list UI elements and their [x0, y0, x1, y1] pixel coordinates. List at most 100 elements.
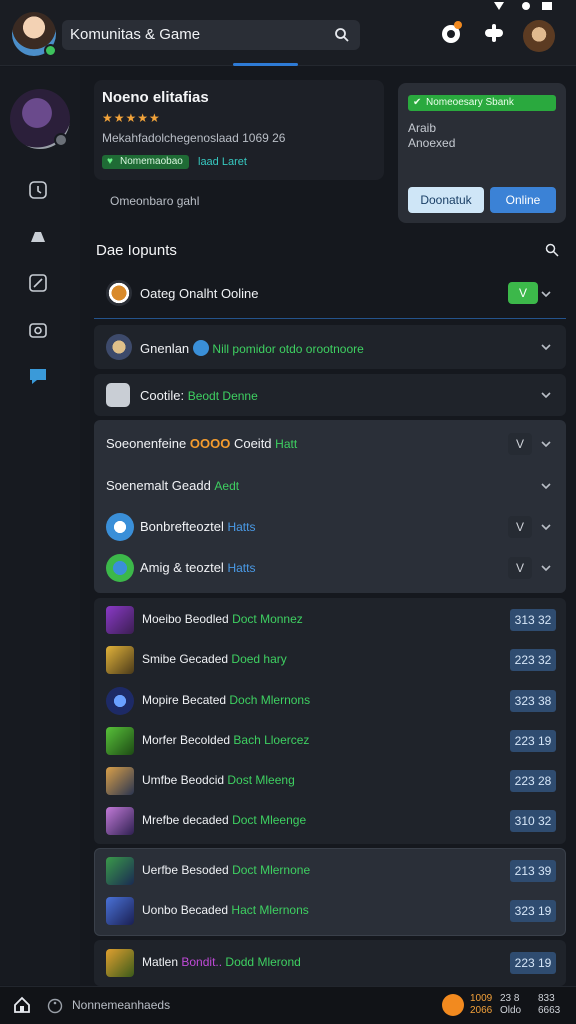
game-thumbnail — [106, 646, 134, 674]
active-tab-indicator — [233, 63, 298, 66]
top-bar: Komunitas & Game — [0, 0, 576, 66]
notification-icon[interactable] — [438, 20, 464, 46]
section-search-icon[interactable] — [545, 243, 559, 257]
game-thumbnail — [106, 727, 134, 755]
section-title: Dae Iopunts — [96, 242, 177, 259]
list-item[interactable]: Soenemalt Geadd Aedt — [94, 466, 566, 506]
chevron-down-icon[interactable] — [540, 341, 552, 353]
sidebar-avatar[interactable] — [10, 89, 70, 149]
search-label: Komunitas & Game — [70, 26, 201, 43]
search-bar[interactable]: Komunitas & Game — [62, 20, 360, 50]
chevron-down-icon[interactable] — [540, 480, 552, 492]
game-score: 323 38 — [510, 690, 556, 712]
game-label: Uerfbe Besoded Doct Mlernone — [142, 863, 311, 877]
chevron-down-icon[interactable] — [540, 562, 552, 574]
profile-pill-note: laad Laret — [198, 156, 247, 168]
friend-avatar[interactable] — [523, 20, 555, 52]
game-thumbnail — [106, 949, 134, 977]
donate-button[interactable]: Doonatuk — [408, 187, 484, 213]
game-score: 313 32 — [510, 609, 556, 631]
player-icon — [106, 334, 132, 360]
game-row[interactable]: Mrefbe decaded Doct Mleenge 310 32 — [94, 801, 566, 841]
game-score: 213 39 — [510, 860, 556, 882]
row-label: Bonbrefteoztel Hatts — [140, 519, 256, 534]
game-score: 310 32 — [510, 810, 556, 832]
game-label: Mopire Becated Doch Mlernons — [142, 693, 311, 707]
profile-pill: Nomemaobao — [102, 155, 189, 169]
row-chip[interactable]: V — [508, 433, 532, 455]
list-item[interactable]: Bonbrefteoztel Hatts V — [94, 507, 566, 547]
game-label: Morfer Becolded Bach Lloercez — [142, 733, 310, 747]
chevron-down-icon[interactable] — [540, 521, 552, 533]
camera-icon[interactable] — [27, 319, 49, 341]
rating-stars: ★★★★★ — [102, 111, 161, 125]
game-thumbnail — [106, 807, 134, 835]
list-item[interactable]: Gnenlan Nill pomidor otdo orootnoore — [94, 325, 566, 369]
online-button[interactable]: Online — [490, 187, 556, 213]
chevron-down-icon[interactable] — [540, 288, 552, 300]
list-item[interactable]: Soeonenfeine OOOO Coeitd Hatt V — [94, 424, 566, 464]
game-thumbnail — [106, 606, 134, 634]
bottom-bar: Nonnemeanhaeds 1009 2066 23 8 Oldo 833 6663 — [0, 986, 576, 1024]
game-row[interactable]: Mopire Becated Doch Mlernons 323 38 — [94, 681, 566, 721]
game-score: 323 19 — [510, 900, 556, 922]
clock-icon[interactable] — [27, 179, 49, 201]
globe-icon — [192, 340, 209, 356]
game-row[interactable]: Umfbe Beodcid Dost Mleeng 223 28 — [94, 761, 566, 801]
game-thumbnail — [106, 897, 134, 925]
coin-icon — [442, 994, 464, 1016]
row-label: Oateg Onalht Ooline — [140, 286, 259, 301]
game-score: 223 19 — [510, 730, 556, 752]
game-row[interactable]: Matlen Bondit.. Dodd Mlerond 223 19 — [94, 943, 566, 983]
home-icon[interactable] — [12, 995, 32, 1015]
chat-icon[interactable] — [27, 365, 49, 387]
status-icons — [494, 2, 552, 10]
game-row[interactable]: Moeibo Beodled Doct Monnez 313 32 — [94, 600, 566, 640]
game-thumbnail — [106, 857, 134, 885]
bottom-label: Nonnemeanhaeds — [72, 998, 171, 1012]
game-label: Uonbo Becaded Hact Mlernons — [142, 903, 309, 917]
games-icon[interactable] — [27, 226, 49, 248]
chevron-down-icon[interactable] — [540, 438, 552, 450]
game-score: 223 28 — [510, 770, 556, 792]
game-row[interactable]: Uonbo Becaded Hact Mlernons 323 19 — [94, 891, 566, 931]
user-avatar[interactable] — [12, 12, 57, 57]
profile-description: Mekahfadolchegenoslaad 1069 26 — [102, 131, 286, 145]
status-dot — [54, 133, 68, 147]
row-label: Soeonenfeine OOOO Coeitd Hatt — [106, 436, 298, 451]
row-label: Amig & teoztel Hatts — [140, 560, 256, 575]
list-item[interactable]: Cootile: Beodt Denne — [94, 374, 566, 416]
edit-icon[interactable] — [27, 272, 49, 294]
list-item[interactable]: Oateg Onalht Ooline V — [94, 272, 566, 316]
profile-sub-note: Omeonbaro gahl — [110, 194, 200, 208]
divider — [94, 318, 566, 319]
game-label: Mrefbe decaded Doct Mleenge — [142, 813, 307, 827]
row-chip[interactable]: V — [508, 516, 532, 538]
game-row[interactable]: Smibe Gecaded Doed hary 223 32 — [94, 640, 566, 680]
game-row[interactable]: Morfer Becolded Bach Lloercez 223 19 — [94, 721, 566, 761]
row-label: Soenemalt Geadd Aedt — [106, 478, 240, 493]
game-label: Smibe Gecaded Doed hary — [142, 652, 287, 666]
row-chip[interactable]: V — [508, 282, 538, 304]
controller-icon[interactable] — [481, 20, 507, 46]
game-label: Moeibo Beodled Doct Monnez — [142, 612, 303, 626]
game-row[interactable]: Uerfbe Besoded Doct Mlernone 213 39 — [94, 851, 566, 891]
category-icon — [106, 280, 132, 306]
status-badge: Nomeoesary Sbank — [408, 95, 556, 111]
row-label: Gnenlan Nill pomidor otdo orootnoore — [140, 340, 364, 356]
chevron-down-icon[interactable] — [540, 389, 552, 401]
status-card: Nomeoesary Sbank Araib Anoexed Doonatuk … — [398, 83, 566, 223]
coin-values: 1009 2066 — [470, 993, 493, 1016]
profile-name: Noeno elitafias — [102, 89, 209, 106]
accessibility-icon[interactable] — [47, 998, 63, 1014]
game-thumbnail — [106, 767, 134, 795]
list-item[interactable]: Amig & teoztel Hatts V — [94, 548, 566, 588]
search-icon[interactable] — [334, 27, 350, 43]
status-line-1: Araib — [408, 121, 437, 135]
profile-card: Noeno elitafias ★★★★★ Mekahfadolchegenos… — [94, 80, 384, 180]
sidebar — [0, 67, 80, 985]
game-score: 223 19 — [510, 952, 556, 974]
row-chip[interactable]: V — [508, 557, 532, 579]
game-score: 223 32 — [510, 649, 556, 671]
row-label: Cootile: Beodt Denne — [140, 388, 258, 403]
